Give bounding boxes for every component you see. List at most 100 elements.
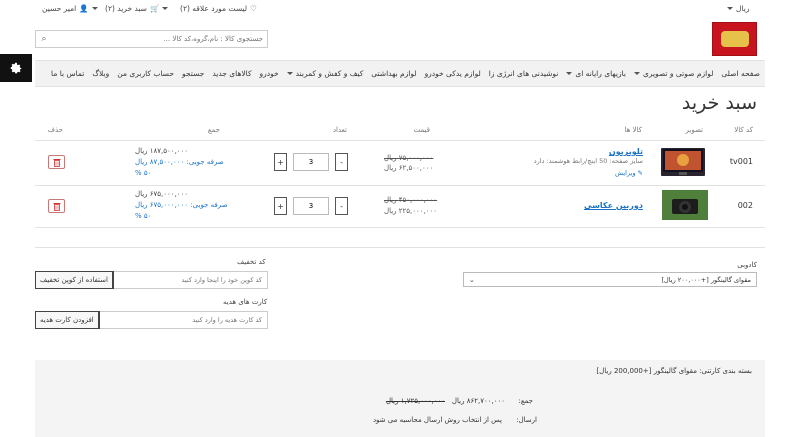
apply-coupon-button[interactable]: استفاده از کوپن تخفیف — [35, 271, 114, 289]
product-code: tv001 — [729, 157, 753, 166]
nav-audio-video-label: لوازم صوتی و تصویری — [642, 69, 714, 78]
cart-table-header: کد کالا تصویر کالا ها قیمت تعداد جمع حذف — [35, 124, 765, 138]
nav-car-parts[interactable]: لوازم یدکی خودرو — [425, 69, 481, 78]
total-amount: ۶۷۵,۰۰۰,۰۰۰ ریال — [135, 190, 189, 198]
header-code: کد کالا — [734, 126, 753, 134]
header-total: جمع — [207, 126, 220, 134]
nav-bags-shoes[interactable]: کیف و کفش و کمربند — [286, 69, 364, 78]
qty-input[interactable] — [293, 153, 329, 171]
edit-link[interactable]: ✎ ویرایش — [615, 169, 643, 177]
wishlist-label: لیست مورد علاقه (۲) — [180, 4, 248, 13]
cart-icon: 🛒 — [149, 4, 160, 13]
top-bar: ریال ♡ لیست مورد علاقه (۲) 🛒 سبد خرید (۲… — [0, 0, 800, 18]
total-label: جمع: — [518, 397, 533, 405]
product-thumbnail[interactable] — [661, 148, 705, 176]
chevron-down-icon — [162, 7, 169, 10]
nav-contact[interactable]: تماس با ما — [51, 69, 84, 78]
header-remove: حذف — [47, 126, 63, 134]
trash-icon — [53, 202, 60, 211]
product-name-link[interactable]: تلویزیون — [609, 147, 643, 156]
nav-games-label: بازیهای رایانه ای — [575, 69, 626, 78]
add-giftcard-button[interactable]: افزودن کارت هدیه — [35, 311, 100, 329]
product-thumbnail[interactable] — [662, 190, 708, 220]
nav-games[interactable]: بازیهای رایانه ای — [566, 69, 626, 78]
nav-home[interactable]: صفحه اصلی — [721, 69, 760, 78]
nav-search[interactable]: جستجو — [182, 69, 204, 78]
nav-hygiene[interactable]: لوازم بهداشتی — [371, 69, 416, 78]
chevron-down-icon — [727, 7, 733, 10]
qty-decrease-button[interactable]: - — [335, 153, 348, 171]
quantity-stepper: - + — [274, 153, 348, 171]
currency-selector[interactable]: ریال — [727, 4, 749, 13]
search-input[interactable] — [52, 31, 267, 47]
qty-increase-button[interactable]: + — [274, 197, 287, 215]
giftcard-input[interactable] — [98, 312, 267, 328]
user-name: امیر حسین — [42, 4, 77, 13]
chevron-down-icon — [91, 7, 98, 10]
chevron-down-icon — [566, 72, 573, 75]
qty-increase-button[interactable]: + — [274, 153, 287, 171]
nav-audio-video[interactable]: لوازم صوتی و تصویری — [633, 69, 714, 78]
divider — [35, 227, 765, 228]
site-logo[interactable] — [712, 22, 757, 56]
order-summary: بسته بندی کارتنی: مقوای گالینگور [+200,0… — [35, 360, 765, 437]
total-old: ۱,۷۲۵,۰۰۰,۰۰۰ ریال — [385, 397, 445, 405]
divider — [35, 247, 765, 248]
edit-label: ویرایش — [615, 169, 636, 177]
coupon-box: استفاده از کوپن تخفیف — [35, 271, 268, 289]
saving-percent: ۵۰ % — [135, 169, 152, 177]
unit-price: ۲۲۵,۰۰۰,۰۰۰ ریال — [384, 207, 438, 215]
main-nav: صفحه اصلی لوازم صوتی و تصویری بازیهای را… — [35, 60, 765, 87]
shipping-value: پس از انتخاب روش ارسال محاسبه می شود — [372, 416, 502, 424]
line-total: ۶۷۵,۰۰۰,۰۰۰ ریال صرفه جویی: ۶۷۵,۰۰۰,۰۰۰ … — [135, 189, 228, 222]
search-icon[interactable]: ⌕ — [36, 34, 52, 44]
chevron-down-icon — [633, 72, 640, 75]
nav-cars[interactable]: خودرو — [260, 69, 279, 78]
giftcard-box: افزودن کارت هدیه — [35, 311, 268, 329]
old-price: ۷۵,۰۰۰,۰۰۰ ریال — [384, 154, 434, 162]
coupon-input[interactable] — [112, 272, 267, 288]
tv-image — [663, 149, 703, 175]
page-title: سبد خرید — [681, 92, 757, 114]
coupon-label: کد تخفیف — [237, 258, 266, 266]
qty-input[interactable] — [293, 197, 329, 215]
nav-bags-shoes-label: کیف و کفش و کمربند — [295, 69, 364, 78]
nav-blog[interactable]: وبلاگ — [92, 69, 109, 78]
header-price: قیمت — [413, 126, 430, 134]
product-code: 002 — [737, 201, 753, 210]
remove-item-button[interactable] — [48, 155, 65, 169]
chevron-down-icon: ⌄ — [469, 275, 475, 284]
saving-amount: صرفه جویی: ۸۷,۵۰۰,۰۰۰ ریال — [135, 158, 224, 166]
saving-amount: صرفه جویی: ۶۷۵,۰۰۰,۰۰۰ ریال — [135, 201, 228, 209]
giftwrap-selected: مقوای گالینگور [+۲۰۰,۰۰۰ ریال] — [661, 275, 751, 284]
qty-decrease-button[interactable]: - — [335, 197, 348, 215]
quantity-stepper: - + — [274, 197, 348, 215]
giftwrap-label: کادوبی — [737, 261, 757, 269]
wishlist-link[interactable]: ♡ لیست مورد علاقه (۲) — [180, 4, 257, 13]
user-menu[interactable]: 👤 امیر حسین — [42, 4, 98, 13]
heart-icon: ♡ — [250, 4, 257, 13]
product-name-link[interactable]: دوربین عکاسی — [584, 201, 643, 210]
settings-button[interactable] — [0, 54, 32, 82]
cart-link[interactable]: 🛒 سبد خرید (۲) — [105, 4, 169, 13]
header-qty: تعداد — [332, 126, 347, 134]
saving-percent: ۵۰ % — [135, 212, 152, 220]
nav-energy-drinks[interactable]: نوشیدنی های انرژی زا — [489, 69, 559, 78]
remove-item-button[interactable] — [48, 199, 65, 213]
gear-icon — [10, 62, 22, 74]
logo-emblem — [721, 31, 749, 47]
total-amount: ۱۸۷,۵۰۰,۰۰۰ ریال — [135, 147, 189, 155]
unit-price: ۶۲,۵۰۰,۰۰۰ ریال — [384, 164, 434, 172]
divider — [35, 140, 765, 141]
giftwrap-select[interactable]: مقوای گالینگور [+۲۰۰,۰۰۰ ریال] ⌄ — [463, 272, 757, 287]
line-total: ۱۸۷,۵۰۰,۰۰۰ ریال صرفه جویی: ۸۷,۵۰۰,۰۰۰ ر… — [135, 146, 224, 179]
header-product: کالا ها — [624, 126, 642, 134]
packaging-summary: بسته بندی کارتنی: مقوای گالینگور [+200,0… — [596, 367, 752, 375]
nav-new-products[interactable]: کالاهای جدید — [212, 69, 251, 78]
table-row: 002 دوربین عکاسی ۴۵۰,۰۰۰,۰۰۰ ریال ۲۲۵,۰۰… — [35, 187, 765, 227]
old-price: ۴۵۰,۰۰۰,۰۰۰ ریال — [384, 196, 438, 204]
search-box: ⌕ — [35, 30, 268, 48]
cart-label: سبد خرید (۲) — [105, 4, 147, 13]
shipping-label: ارسال: — [516, 416, 537, 424]
nav-my-account[interactable]: حساب کاربری من — [117, 69, 174, 78]
